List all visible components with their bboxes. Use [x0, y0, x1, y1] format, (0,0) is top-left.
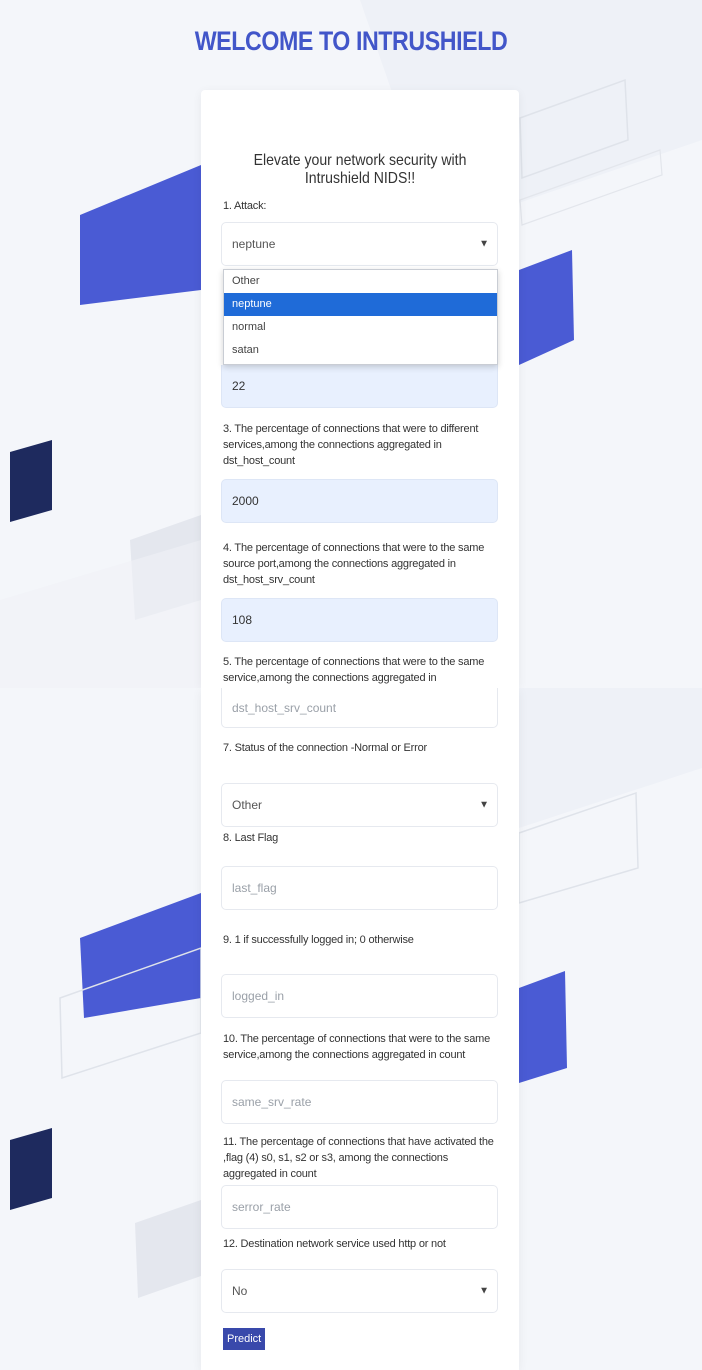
- logged-in-placeholder: logged_in: [232, 989, 285, 1003]
- attack-option-normal[interactable]: normal: [224, 316, 497, 339]
- chevron-down-icon: ▼: [479, 238, 489, 250]
- screen-top: WELCOME TO INTRUSHIELD Elevate your netw…: [0, 0, 702, 688]
- q3-label: 3. The percentage of connections that we…: [223, 423, 479, 467]
- screen-bottom: dst_host_srv_count 7. Status of the conn…: [0, 688, 702, 1370]
- q10-label: 10. The percentage of connections that w…: [223, 1033, 491, 1061]
- http-service-select[interactable]: No ▼: [221, 1269, 498, 1313]
- q2-input[interactable]: 22: [221, 365, 498, 408]
- q5-label: 5. The percentage of connections that we…: [223, 656, 485, 684]
- last-flag-input[interactable]: last_flag: [221, 866, 498, 910]
- attack-option-satan[interactable]: satan: [224, 339, 497, 362]
- serror-rate-placeholder: serror_rate: [232, 1200, 291, 1214]
- logged-in-input[interactable]: logged_in: [221, 974, 498, 1018]
- chevron-down-icon: ▼: [479, 799, 489, 811]
- connection-status-select[interactable]: Other ▼: [221, 783, 498, 827]
- same-srv-rate-placeholder: same_srv_rate: [232, 1095, 312, 1109]
- q4-label: 4. The percentage of connections that we…: [223, 542, 485, 586]
- form-subtitle: Elevate your network security with Intru…: [253, 152, 467, 187]
- serror-rate-input[interactable]: serror_rate: [221, 1185, 498, 1229]
- attack-label: 1. Attack:: [223, 200, 267, 212]
- http-service-value: No: [232, 1284, 248, 1298]
- attack-dropdown-menu: Other neptune normal satan: [223, 269, 498, 365]
- page-title: WELCOME TO INTRUSHIELD: [194, 26, 508, 56]
- prediction-form-card-continued: dst_host_srv_count 7. Status of the conn…: [201, 688, 519, 1370]
- q7-label: 7. Status of the connection -Normal or E…: [223, 742, 427, 754]
- attack-select-value: neptune: [232, 237, 276, 251]
- q3-input-value: 2000: [232, 494, 259, 508]
- predict-button[interactable]: Predict: [223, 1328, 266, 1350]
- last-flag-placeholder: last_flag: [232, 881, 277, 895]
- q3-input[interactable]: 2000: [221, 479, 498, 523]
- q12-label: 12. Destination network service used htt…: [223, 1238, 446, 1250]
- q8-label: 8. Last Flag: [223, 832, 279, 844]
- connection-status-value: Other: [232, 798, 263, 812]
- q6-input[interactable]: dst_host_srv_count: [221, 688, 498, 728]
- attack-option-neptune[interactable]: neptune: [224, 293, 497, 316]
- attack-option-other[interactable]: Other: [224, 270, 497, 293]
- q6-input-placeholder: dst_host_srv_count: [232, 700, 337, 715]
- q2-input-value: 22: [232, 379, 246, 393]
- q4-input[interactable]: 108: [221, 598, 498, 642]
- attack-select[interactable]: neptune ▼: [221, 222, 498, 266]
- same-srv-rate-input[interactable]: same_srv_rate: [221, 1080, 498, 1124]
- q11-label: 11. The percentage of connections that h…: [223, 1136, 494, 1180]
- prediction-form-card: Elevate your network security with Intru…: [201, 90, 519, 688]
- q4-input-value: 108: [232, 613, 253, 627]
- chevron-down-icon: ▼: [479, 1285, 489, 1297]
- q9-label: 9. 1 if successfully logged in; 0 otherw…: [223, 934, 414, 946]
